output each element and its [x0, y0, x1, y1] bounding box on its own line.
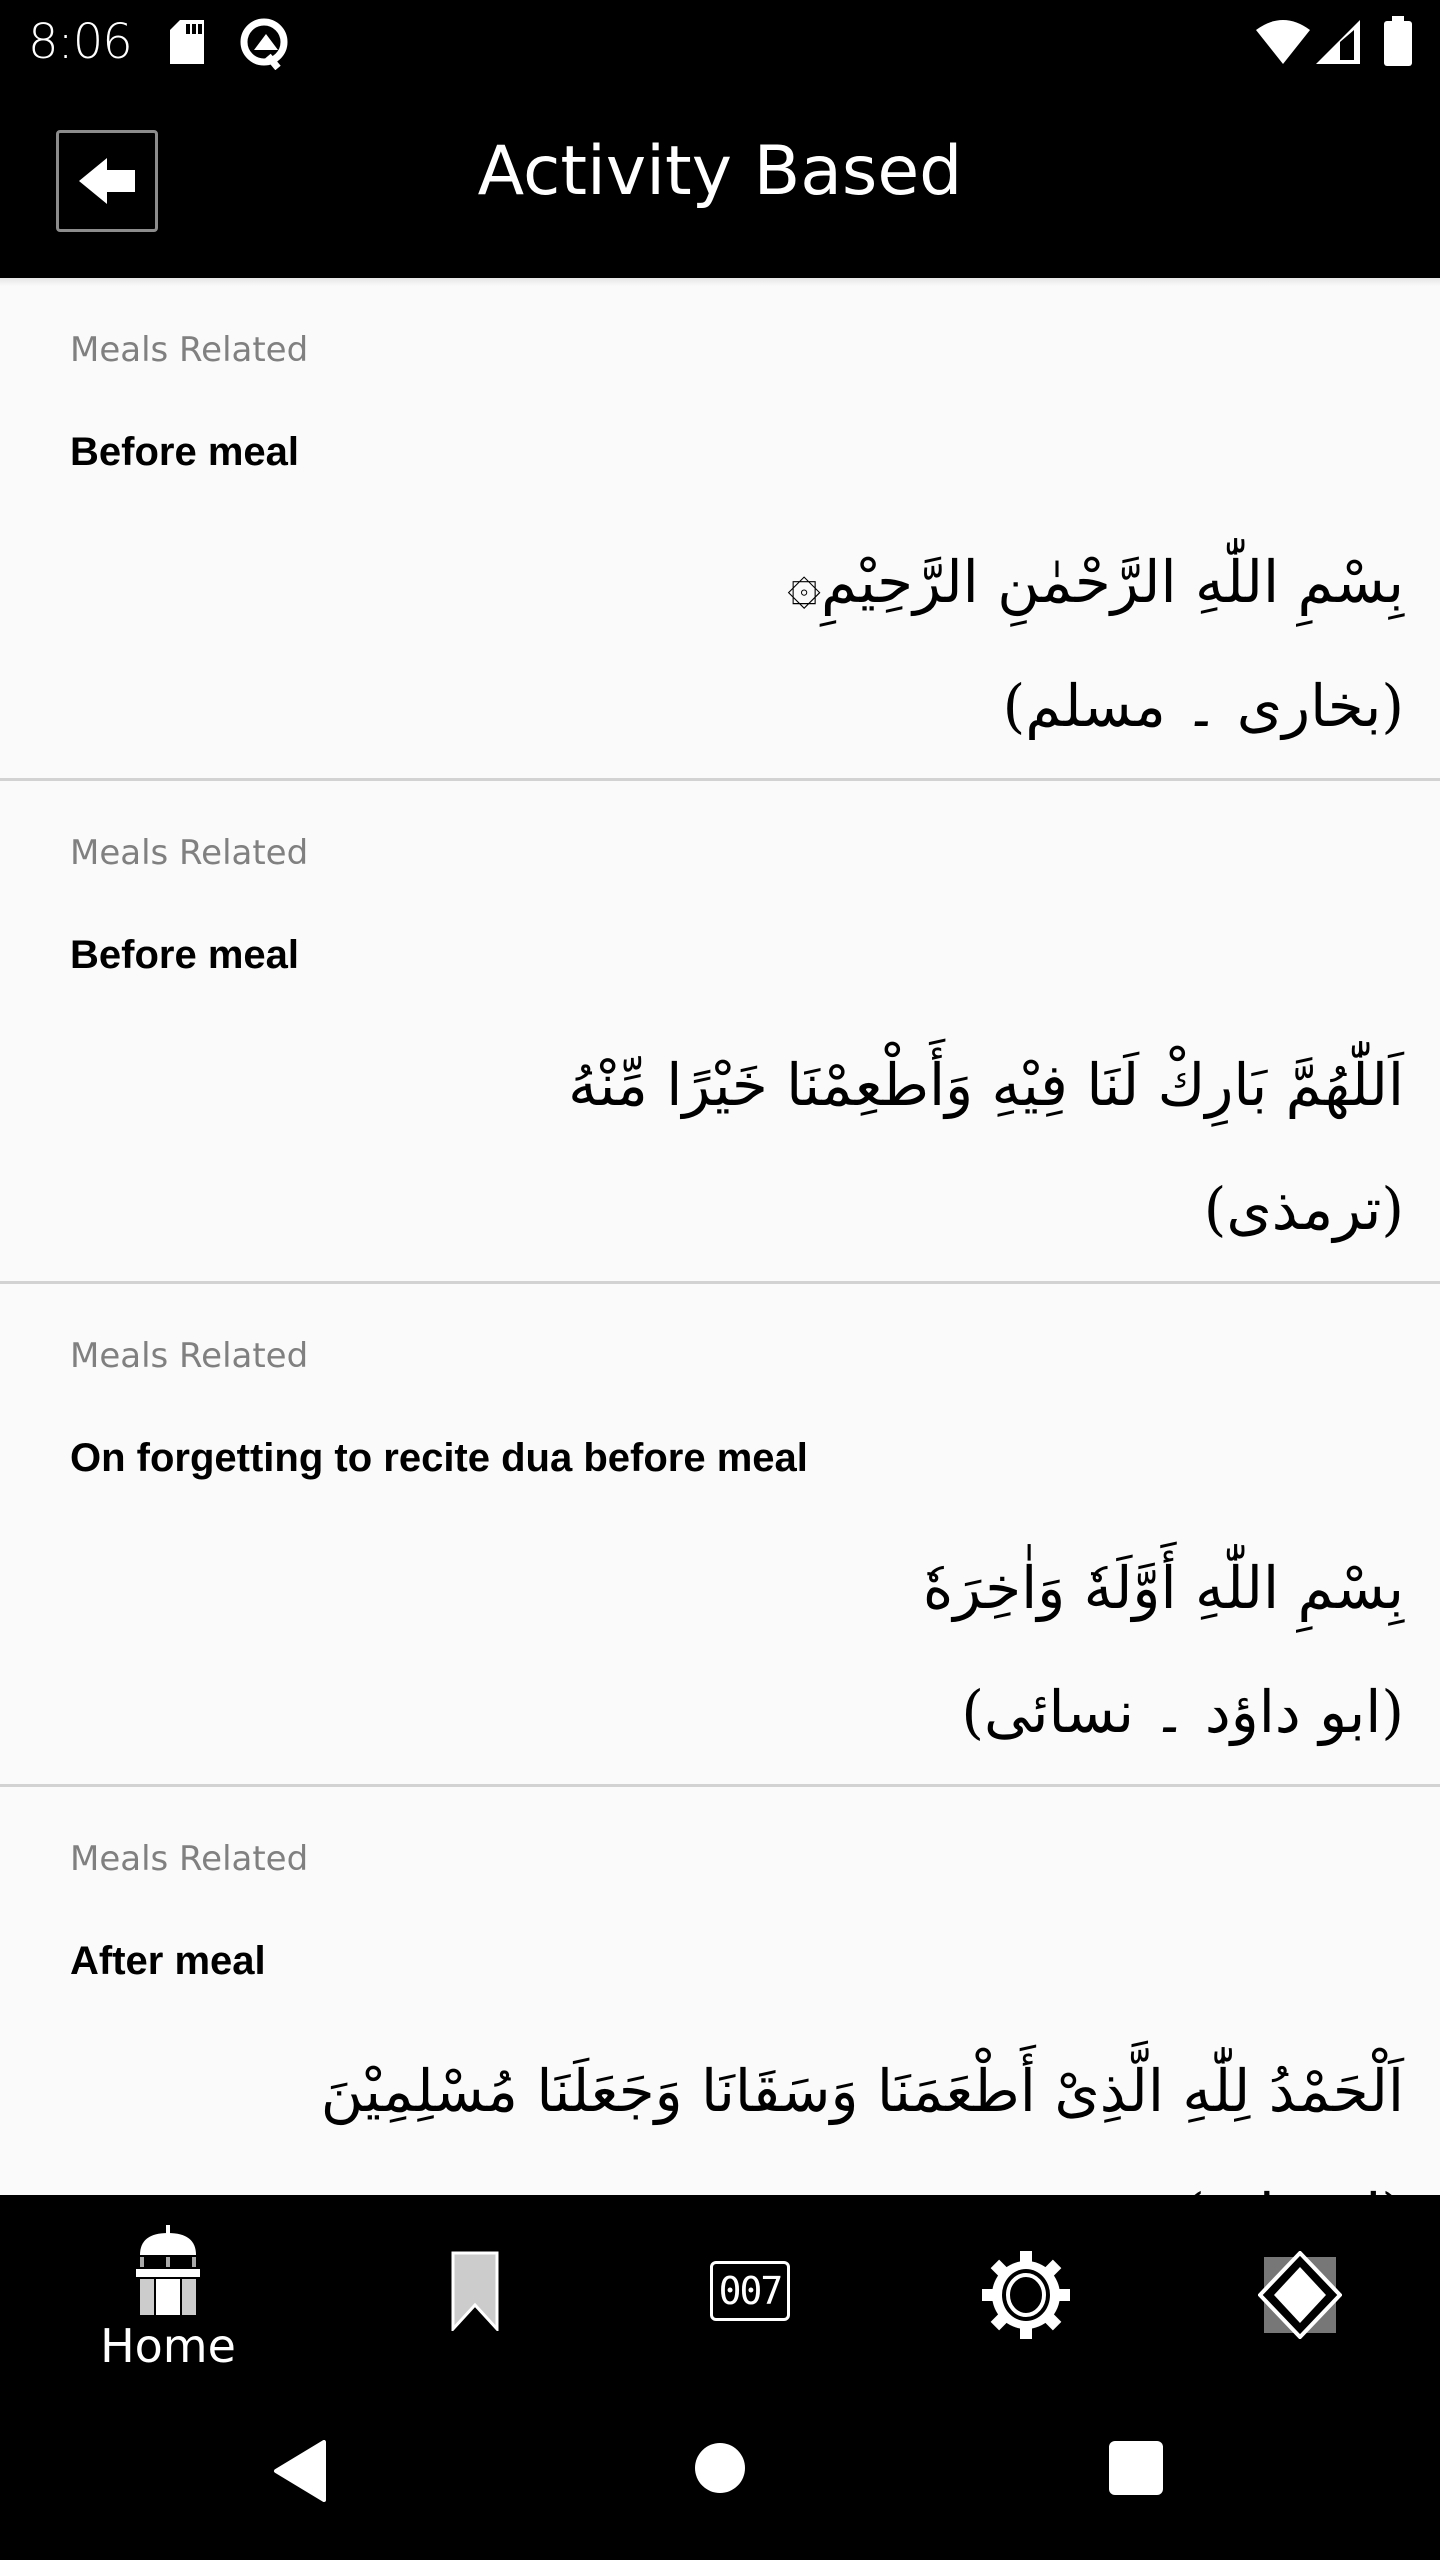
- dua-title: Before meal: [70, 430, 299, 474]
- recents-square-icon[interactable]: [1108, 2440, 1164, 2496]
- dua-category: Meals Related: [70, 1839, 309, 1879]
- q-logo-icon: [240, 18, 288, 70]
- battery-icon: [1384, 16, 1412, 66]
- dua-reference: (ابو داؤد ۔ نسائی): [961, 1678, 1404, 1746]
- nav-item-bookmarks[interactable]: [420, 2195, 530, 2390]
- dua-title: Before meal: [70, 933, 299, 977]
- dua-list[interactable]: Meals Related Before meal بِسْمِ اللّٰهِ…: [0, 278, 1440, 2195]
- app-toolbar: Activity Based: [0, 90, 1440, 278]
- home-circle-icon[interactable]: [694, 2442, 746, 2494]
- dua-title: After meal: [70, 1939, 266, 1983]
- page-title: Activity Based: [477, 132, 963, 211]
- diamond-icon: [1258, 2251, 1342, 2339]
- back-triangle-icon[interactable]: [272, 2440, 328, 2502]
- dua-category: Meals Related: [70, 833, 309, 873]
- dua-arabic: بِسْمِ اللّٰهِ الرَّحْمٰنِ الرَّحِيْمِ۞ …: [787, 520, 1404, 768]
- dua-arabic: اَلْحَمْدُ لِلّٰهِ الَّذِىْ أَطْعَمَنَا …: [321, 2029, 1404, 2195]
- nav-item-home[interactable]: Home: [88, 2195, 248, 2390]
- dua-reference: (بخاری ۔ مسلم): [1002, 672, 1404, 740]
- dua-text: اَللّٰهُمَّ بَارِكْ لَنَا فِيْهِ وَأَطْع…: [568, 1051, 1404, 1119]
- wifi-icon: [1256, 20, 1310, 64]
- dua-reference: (ابو داؤد): [321, 2153, 1404, 2195]
- status-time: 8:06: [28, 14, 133, 70]
- dua-category: Meals Related: [70, 330, 309, 370]
- bookmark-icon: [451, 2251, 499, 2331]
- nav-label-home: Home: [100, 2319, 236, 2373]
- dua-card[interactable]: Meals Related Before meal اَللّٰهُمَّ بَ…: [0, 781, 1440, 1284]
- bottom-navigation: Home 007: [0, 2195, 1440, 2390]
- dua-reference: (ترمذی): [1203, 1175, 1404, 1243]
- mosque-home-icon: [136, 2225, 200, 2315]
- gear-icon: [982, 2251, 1070, 2339]
- dua-card[interactable]: Meals Related Before meal بِسْمِ اللّٰهِ…: [0, 278, 1440, 781]
- counter-text: 007: [718, 2269, 784, 2313]
- dua-text: بِسْمِ اللّٰهِ الرَّحْمٰنِ الرَّحِيْمِ۞: [787, 548, 1404, 616]
- dua-title: On forgetting to recite dua before meal: [70, 1436, 808, 1480]
- nav-item-premium[interactable]: [1240, 2195, 1360, 2390]
- counter-icon: 007: [710, 2261, 790, 2321]
- sd-card-icon: [170, 20, 204, 64]
- dua-arabic: بِسْمِ اللّٰهِ أَوَّلَهٗ وَاٰخِرَهٗ (ابو…: [923, 1526, 1404, 1774]
- dua-text: بِسْمِ اللّٰهِ أَوَّلَهٗ وَاٰخِرَهٗ: [922, 1554, 1404, 1622]
- dua-category: Meals Related: [70, 1336, 309, 1376]
- dua-card[interactable]: Meals Related On forgetting to recite du…: [0, 1284, 1440, 1787]
- dua-text: اَلْحَمْدُ لِلّٰهِ الَّذِىْ أَطْعَمَنَا …: [320, 2057, 1404, 2125]
- nav-item-settings[interactable]: [966, 2195, 1086, 2390]
- status-bar: 8:06: [0, 0, 1440, 90]
- system-navigation-bar: [0, 2390, 1440, 2560]
- nav-item-counter[interactable]: 007: [690, 2195, 810, 2390]
- cell-signal-icon: [1316, 20, 1360, 64]
- dua-arabic: اَللّٰهُمَّ بَارِكْ لَنَا فِيْهِ وَأَطْع…: [568, 1023, 1404, 1271]
- dua-card[interactable]: Meals Related After meal اَلْحَمْدُ لِلّ…: [0, 1787, 1440, 2195]
